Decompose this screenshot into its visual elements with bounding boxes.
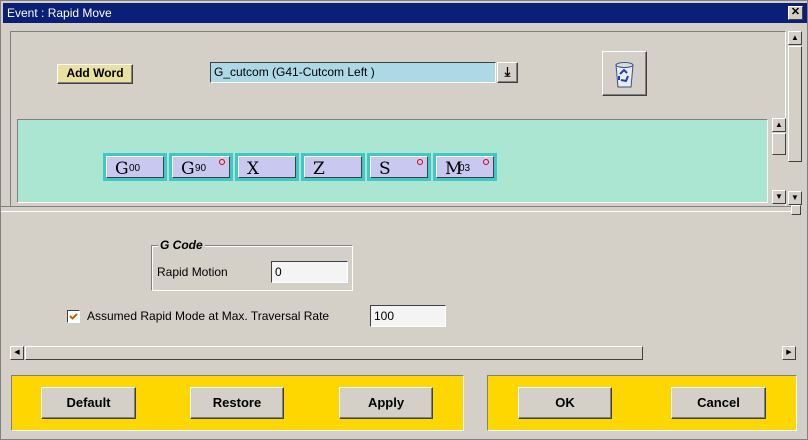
scroll-up-icon[interactable]: ▲ bbox=[788, 31, 802, 45]
word-value: 03 bbox=[459, 163, 471, 174]
assume-rapid-label: Assumed Rapid Mode at Max. Traversal Rat… bbox=[87, 309, 330, 323]
word-letter: G bbox=[115, 159, 129, 179]
ok-button[interactable]: OK bbox=[518, 387, 612, 419]
word-face: G 00 bbox=[106, 156, 164, 179]
scrollbar-thumb[interactable] bbox=[788, 46, 802, 162]
rapid-motion-label: Rapid Motion bbox=[157, 265, 228, 279]
word-value: 00 bbox=[129, 163, 141, 174]
scroll-down-icon[interactable]: ▼ bbox=[788, 191, 802, 205]
word-face: S bbox=[370, 156, 428, 179]
word-block-g00[interactable]: G 00 bbox=[103, 153, 167, 181]
word-value: 90 bbox=[195, 163, 207, 174]
word-letter: Z bbox=[313, 159, 325, 179]
add-word-button[interactable]: Add Word bbox=[57, 64, 133, 84]
optional-marker-icon bbox=[219, 159, 225, 165]
window-title: Event : Rapid Move bbox=[7, 6, 112, 20]
word-select-dropdown[interactable]: G_cutcom (G41-Cutcom Left ) bbox=[210, 62, 496, 83]
splitter-handle[interactable] bbox=[791, 205, 801, 215]
word-block-x[interactable]: X bbox=[235, 153, 299, 181]
default-button[interactable]: Default bbox=[41, 387, 136, 419]
word-block-g90[interactable]: G 90 bbox=[169, 153, 233, 181]
recycle-bin-icon bbox=[615, 62, 634, 88]
scroll-up-icon[interactable]: ▲ bbox=[772, 118, 786, 132]
optional-marker-icon bbox=[483, 159, 489, 165]
optional-marker-icon bbox=[417, 159, 423, 165]
close-button[interactable]: ✕ bbox=[788, 6, 803, 20]
word-face: X bbox=[238, 156, 296, 179]
word-face: G 90 bbox=[172, 156, 230, 179]
assume-rapid-checkbox[interactable] bbox=[67, 310, 80, 323]
rapid-motion-input[interactable]: 0 bbox=[271, 261, 348, 283]
cancel-button[interactable]: Cancel bbox=[671, 387, 766, 419]
word-letter: X bbox=[247, 159, 260, 179]
g-code-group-title: G Code bbox=[158, 238, 205, 252]
restore-button[interactable]: Restore bbox=[190, 387, 284, 419]
scroll-right-icon[interactable]: ▶ bbox=[782, 346, 796, 360]
word-face: M 03 bbox=[436, 156, 494, 179]
panel-splitter[interactable] bbox=[1, 206, 801, 212]
scrollbar-thumb[interactable] bbox=[25, 346, 643, 360]
settings-horizontal-scrollbar[interactable]: ◀ ▶ bbox=[10, 346, 796, 360]
word-block-m03[interactable]: M 03 bbox=[433, 153, 497, 181]
top-panel-scrollbar[interactable]: ▲ ▼ bbox=[788, 31, 802, 206]
dialog-window: Event : Rapid Move ✕ Add Word G_cutcom (… bbox=[0, 0, 808, 440]
nc-block-strip[interactable]: G 00 G 90 X Z S M 03 bbox=[17, 119, 768, 203]
word-strip-scrollbar[interactable]: ▲ ▼ bbox=[772, 118, 786, 204]
word-letter: S bbox=[379, 159, 391, 179]
scroll-down-icon[interactable]: ▼ bbox=[772, 190, 786, 204]
traversal-rate-input[interactable]: 100 bbox=[370, 305, 446, 327]
word-face: Z bbox=[304, 156, 362, 179]
checkmark-icon bbox=[69, 313, 78, 320]
word-block-z[interactable]: Z bbox=[301, 153, 365, 181]
scroll-left-icon[interactable]: ◀ bbox=[10, 346, 24, 360]
dropdown-arrow-icon[interactable]: ⤓ bbox=[497, 62, 518, 83]
recycle-bin-button[interactable] bbox=[602, 51, 647, 96]
word-letter: G bbox=[181, 159, 195, 179]
apply-button[interactable]: Apply bbox=[339, 387, 433, 419]
word-strip-content: G 00 G 90 X Z S M 03 bbox=[18, 120, 767, 202]
scrollbar-thumb[interactable] bbox=[772, 133, 786, 155]
title-bar[interactable]: Event : Rapid Move ✕ bbox=[3, 3, 807, 23]
word-block-s[interactable]: S bbox=[367, 153, 431, 181]
